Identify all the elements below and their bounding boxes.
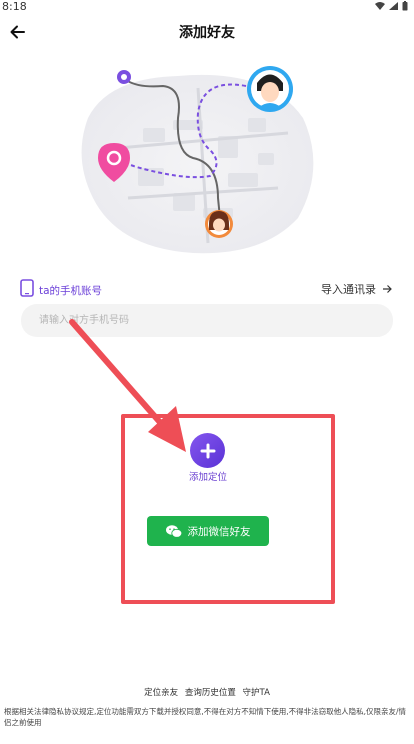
male-avatar-icon [247, 66, 293, 112]
add-wechat-friend-button[interactable]: 添加微信好友 [147, 516, 269, 546]
add-location-button[interactable] [190, 433, 225, 468]
import-contacts-label: 导入通讯录 [321, 283, 376, 296]
wechat-icon [165, 524, 182, 538]
battery-icon [402, 1, 408, 11]
highlight-box [121, 414, 335, 604]
add-location-label: 添加定位 [188, 472, 227, 483]
account-label: ta的手机账号 [39, 285, 103, 297]
wifi-icon [375, 2, 385, 10]
arrow-right-icon [383, 285, 392, 293]
female-avatar-icon [205, 210, 233, 238]
status-time: 8:18 [2, 0, 27, 13]
phone-number-input[interactable] [21, 304, 393, 337]
footer-links: 定位亲友 查询历史位置 守护TA [0, 686, 414, 698]
disclaimer-text: 根据相关法律隐私协议规定,定位功能需双方下载并授权同意,不得在对方不知情下使用,… [4, 707, 407, 727]
import-contacts-link[interactable]: 导入通讯录 [321, 281, 392, 297]
signal-icon [389, 2, 398, 10]
map-illustration [81, 66, 314, 254]
status-icons [375, 1, 408, 11]
plus-icon [200, 443, 215, 458]
wechat-button-label: 添加微信好友 [187, 525, 251, 538]
small-pin-icon [117, 70, 131, 84]
footer-link-locate[interactable]: 定位亲友 [144, 688, 178, 698]
footer-link-guard[interactable]: 守护TA [243, 688, 270, 698]
phone-icon [20, 279, 34, 297]
footer-link-history[interactable]: 查询历史位置 [185, 688, 236, 698]
page-title: 添加好友 [179, 25, 235, 41]
